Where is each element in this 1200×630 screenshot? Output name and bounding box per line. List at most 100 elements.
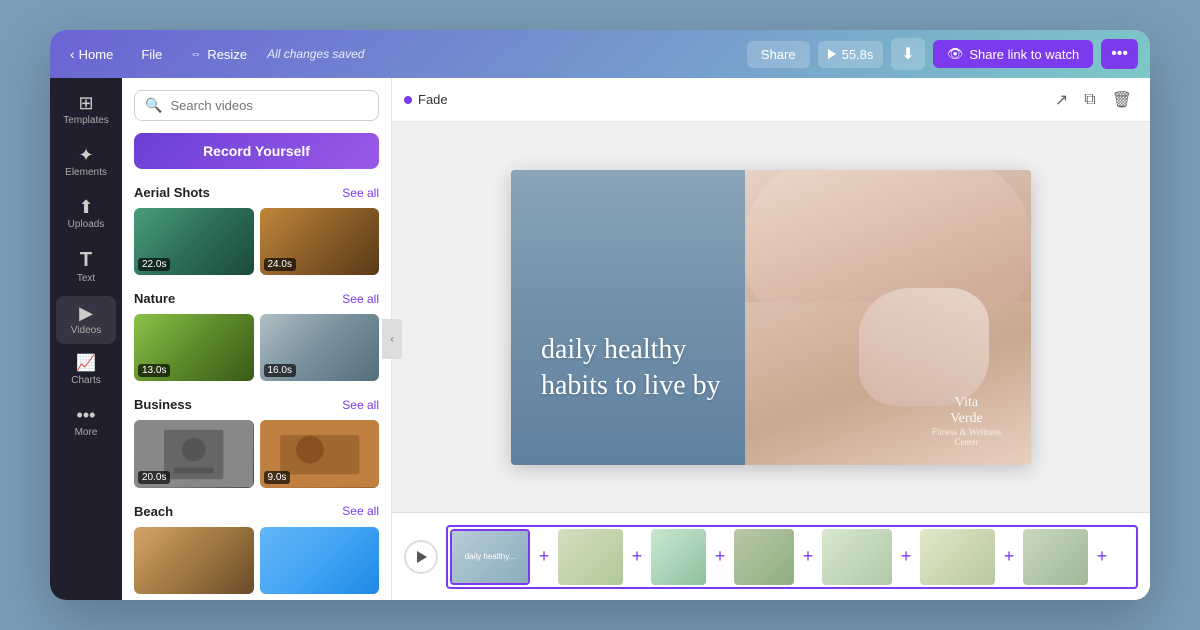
more-icon: ••• (1111, 45, 1128, 62)
nature-section-header: Nature See all (134, 291, 379, 306)
share-button[interactable]: Share (747, 41, 810, 68)
clip-4-content (734, 529, 794, 585)
delete-frame-button[interactable]: 🗑 (1106, 86, 1138, 114)
record-yourself-button[interactable]: Record Yourself (134, 133, 379, 169)
aerial-see-all[interactable]: See all (342, 186, 379, 200)
share-watch-button[interactable]: 👁 Share link to watch (933, 40, 1093, 68)
sidebar-item-more[interactable]: ••• More (56, 398, 116, 446)
preview-brand: Vita Verde Fitness & Wellness Center (932, 395, 1001, 447)
business-see-all[interactable]: See all (342, 398, 379, 412)
duration-label: 55.8s (842, 47, 874, 62)
business-thumb-2[interactable]: 9.0s (260, 420, 380, 487)
business-duration-2: 9.0s (264, 471, 291, 484)
brand-sub-2: Center (954, 437, 978, 447)
transition-indicator: Fade (404, 92, 448, 107)
add-after-clip1[interactable]: + (534, 529, 554, 585)
timeline-clip-4[interactable] (734, 529, 794, 585)
timeline-clip-7[interactable] (1023, 529, 1088, 585)
sidebar-item-text[interactable]: T Text (56, 242, 116, 292)
text-icon: T (80, 250, 92, 270)
duplicate-frame-button[interactable]: ⧉ (1078, 86, 1101, 114)
timeline-clip-2[interactable] (558, 529, 623, 585)
aerial-duration-2: 24.0s (264, 258, 296, 271)
sidebar-item-videos[interactable]: ▶ Videos (56, 296, 116, 344)
beach-thumb-1[interactable] (134, 527, 254, 594)
timeline-clip-1[interactable]: daily healthy... (450, 529, 530, 585)
woman-hand (859, 288, 989, 406)
videos-label: Videos (71, 325, 101, 336)
share-watch-label: Share link to watch (969, 47, 1079, 62)
add-after-clip5[interactable]: + (896, 529, 916, 585)
headline-line1: daily healthy (541, 334, 686, 365)
brand-name: Vita Verde (932, 395, 1001, 427)
timeline-play-icon (417, 551, 427, 563)
timeline-clip-5[interactable] (822, 529, 892, 585)
search-box[interactable]: 🔍 (134, 90, 379, 121)
search-input[interactable] (170, 98, 368, 113)
resize-label: Resize (207, 47, 247, 62)
canvas-preview: daily healthy habits to live by Vita Ver… (392, 122, 1150, 512)
home-button[interactable]: ‹ Home (62, 42, 121, 66)
panel-collapse-button[interactable]: ‹ (382, 319, 402, 359)
add-after-clip3[interactable]: + (710, 529, 730, 585)
add-after-clip6[interactable]: + (999, 529, 1019, 585)
beach-see-all[interactable]: See all (342, 504, 379, 518)
resize-button[interactable]: ⇔ Resize (182, 43, 255, 66)
business-title: Business (134, 397, 192, 412)
sidebar-item-charts[interactable]: 📈 Charts (56, 348, 116, 394)
file-button[interactable]: File (133, 43, 170, 66)
clip-5-content (822, 529, 892, 585)
share-frame-button[interactable]: ↗ (1049, 86, 1074, 114)
transition-dot (404, 96, 412, 104)
canvas-area: Fade ↗ ⧉ 🗑 (392, 78, 1150, 600)
more-options-button[interactable]: ••• (1101, 39, 1138, 69)
timeline-play-button[interactable] (404, 540, 438, 574)
videos-panel-wrapper: 🔍 Record Yourself Aerial Shots See all (122, 78, 392, 600)
aerial-title: Aerial Shots (134, 185, 210, 200)
business-thumb-1[interactable]: 20.0s (134, 420, 254, 487)
nature-thumb-2[interactable]: 16.0s (260, 314, 380, 381)
sidebar: ⊞ Templates ✦ Elements ⬆ Uploads T Text … (50, 78, 122, 600)
preview-card[interactable]: daily healthy habits to live by Vita Ver… (511, 170, 1031, 465)
uploads-icon: ⬆ (78, 198, 93, 216)
beach-grid (134, 527, 379, 594)
search-icon: 🔍 (145, 97, 162, 114)
sidebar-item-templates[interactable]: ⊞ Templates (56, 86, 116, 134)
beach-title: Beach (134, 504, 173, 519)
clip-6-content (920, 529, 995, 585)
more-icon: ••• (77, 406, 96, 424)
beach-section-header: Beach See all (134, 504, 379, 519)
timeline: daily healthy... + + + + (392, 512, 1150, 600)
brand-sub-1: Fitness & Wellness (932, 427, 1001, 437)
videos-icon: ▶ (79, 304, 93, 322)
aerial-section-header: Aerial Shots See all (134, 185, 379, 200)
aerial-grid: 22.0s 24.0s (134, 208, 379, 275)
clip-2-content (558, 529, 623, 585)
blue-bg (511, 170, 745, 465)
brand-vita: Vita (955, 395, 978, 410)
search-area: 🔍 (122, 78, 391, 133)
beach-thumb-2[interactable] (260, 527, 380, 594)
timeline-clip-3[interactable] (651, 529, 706, 585)
home-label: Home (79, 47, 114, 62)
add-after-clip2[interactable]: + (627, 529, 647, 585)
download-button[interactable]: ⬇ (891, 38, 924, 70)
aerial-thumb-1[interactable]: 22.0s (134, 208, 254, 275)
sidebar-item-uploads[interactable]: ⬆ Uploads (56, 190, 116, 238)
timeline-clip-6[interactable] (920, 529, 995, 585)
add-after-clip4[interactable]: + (798, 529, 818, 585)
add-after-clip7[interactable]: + (1092, 529, 1112, 585)
play-duration-button[interactable]: 55.8s (818, 41, 884, 68)
business-section-header: Business See all (134, 397, 379, 412)
nature-thumb-1[interactable]: 13.0s (134, 314, 254, 381)
more-label: More (75, 427, 98, 438)
preview-image: daily healthy habits to live by Vita Ver… (511, 170, 1031, 465)
back-chevron-icon: ‹ (70, 46, 75, 62)
videos-panel: 🔍 Record Yourself Aerial Shots See all (122, 78, 392, 600)
resize-icon: ⇔ (190, 48, 201, 60)
sidebar-item-elements[interactable]: ✦ Elements (56, 138, 116, 186)
uploads-label: Uploads (68, 219, 105, 230)
nature-see-all[interactable]: See all (342, 292, 379, 306)
nature-grid: 13.0s 16.0s (134, 314, 379, 381)
aerial-thumb-2[interactable]: 24.0s (260, 208, 380, 275)
